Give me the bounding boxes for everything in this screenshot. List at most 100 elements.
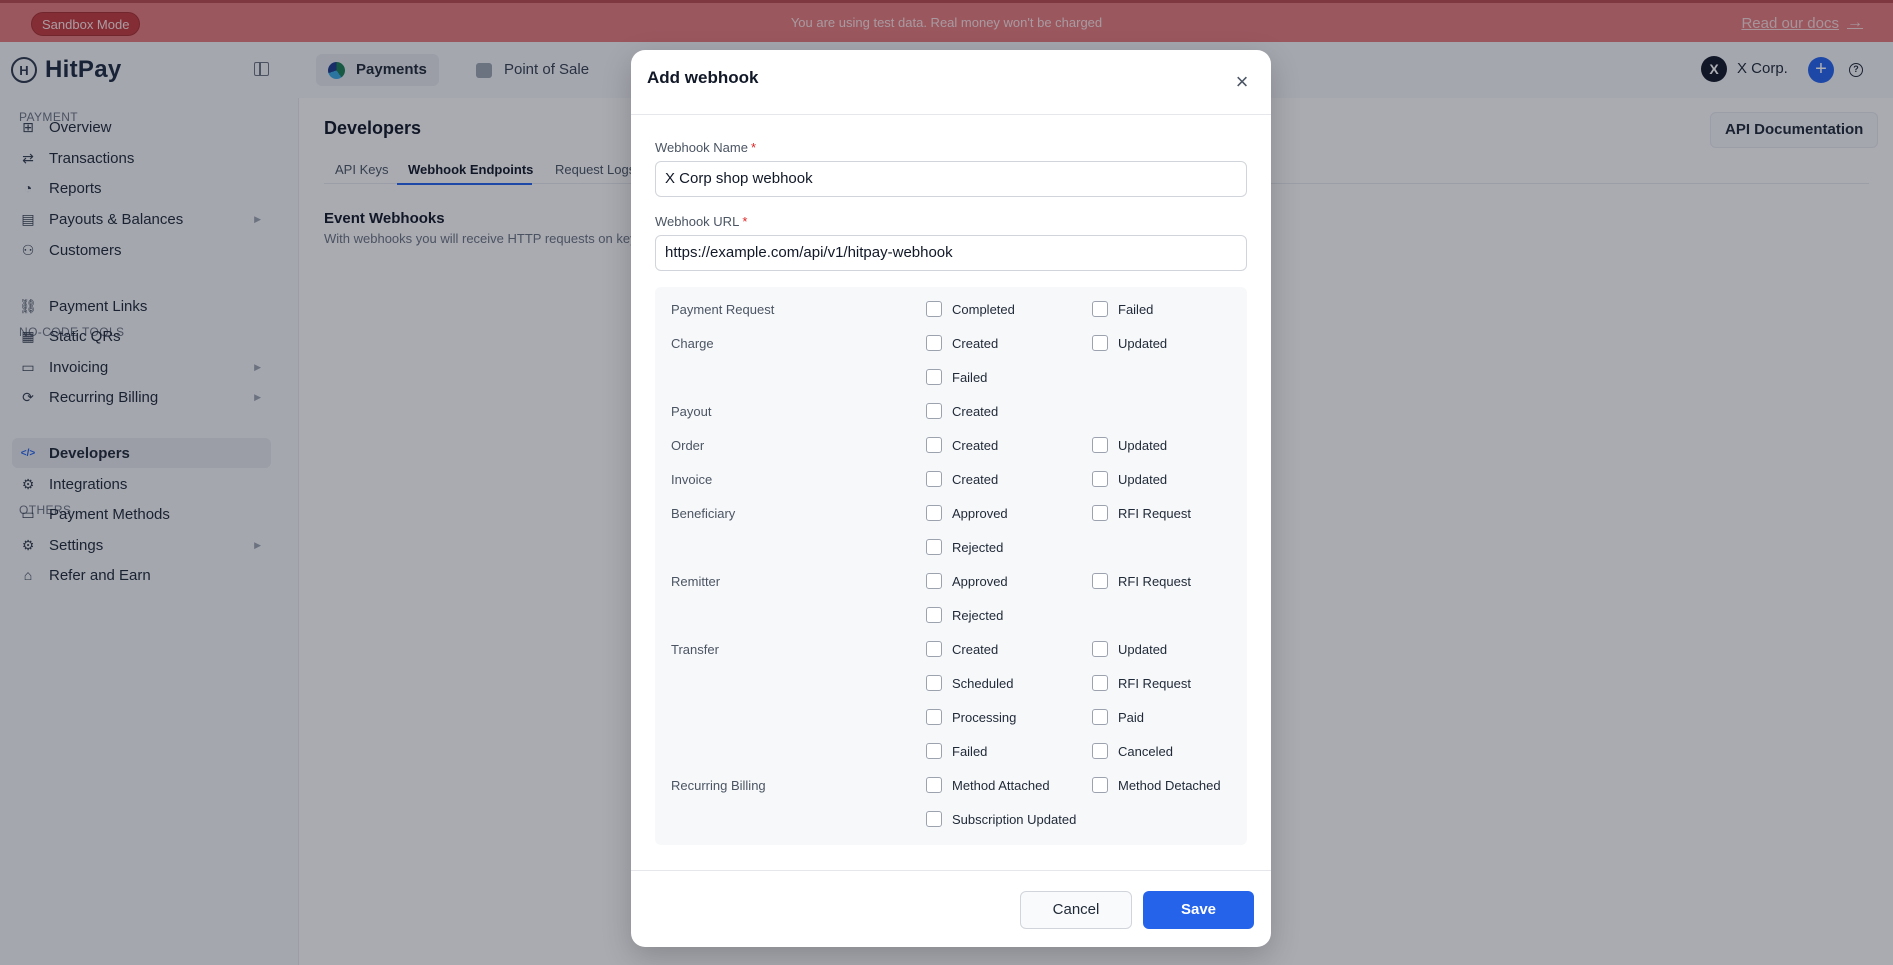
checkbox-box[interactable]: [1092, 641, 1108, 657]
checkbox-transfer-rfi-request[interactable]: RFI Request: [1092, 675, 1191, 691]
event-group-order: Order: [671, 438, 705, 453]
checkbox-label: Created: [952, 641, 999, 657]
checkbox-box[interactable]: [926, 369, 942, 385]
checkbox-label: Completed: [952, 301, 1015, 317]
dialog-footer-divider: [631, 870, 1271, 871]
checkbox-box[interactable]: [926, 471, 942, 487]
checkbox-box[interactable]: [1092, 335, 1108, 351]
checkbox-box[interactable]: [926, 777, 942, 793]
checkbox-box[interactable]: [1092, 743, 1108, 759]
checkbox-box[interactable]: [926, 641, 942, 657]
checkbox-label: Rejected: [952, 607, 1004, 623]
checkbox-label: Rejected: [952, 539, 1004, 555]
checkbox-box[interactable]: [926, 743, 942, 759]
cancel-button[interactable]: Cancel: [1020, 891, 1132, 929]
checkbox-box[interactable]: [926, 437, 942, 453]
checkbox-box[interactable]: [1092, 709, 1108, 725]
checkbox-label: Updated: [1118, 335, 1168, 351]
close-icon[interactable]: ×: [1230, 71, 1254, 95]
event-selection-panel: Payment Request Completed Failed Charge Crea…: [655, 287, 1247, 845]
checkbox-box[interactable]: [926, 403, 942, 419]
checkbox-transfer-canceled[interactable]: Canceled: [1092, 743, 1173, 759]
webhook-url-label: Webhook URL *: [655, 214, 747, 229]
checkbox-beneficiary-rejected[interactable]: Rejected: [926, 539, 1003, 555]
checkbox-payment-request-completed[interactable]: Completed: [926, 301, 1015, 317]
checkbox-box[interactable]: [1092, 437, 1108, 453]
event-group-invoice: Invoice: [671, 472, 713, 487]
event-group-remitter: Remitter: [671, 574, 721, 589]
checkbox-beneficiary-rfi-request[interactable]: RFI Request: [1092, 505, 1191, 521]
checkbox-box[interactable]: [1092, 505, 1108, 521]
event-group-charge: Charge: [671, 336, 714, 351]
checkbox-transfer-failed[interactable]: Failed: [926, 743, 987, 759]
checkbox-label: Subscription Updated: [952, 811, 1077, 827]
checkbox-box[interactable]: [926, 539, 942, 555]
checkbox-transfer-processing[interactable]: Processing: [926, 709, 1016, 725]
event-group-transfer: Transfer: [671, 642, 719, 657]
save-button[interactable]: Save: [1143, 891, 1254, 929]
checkbox-payout-created[interactable]: Created: [926, 403, 998, 419]
checkbox-label: Canceled: [1118, 743, 1173, 759]
checkbox-box[interactable]: [926, 301, 942, 317]
checkbox-label: Updated: [1118, 471, 1168, 487]
checkbox-charge-failed[interactable]: Failed: [926, 369, 987, 385]
checkbox-box[interactable]: [1092, 573, 1108, 589]
checkbox-label: Approved: [952, 505, 1008, 521]
webhook-name-label-text: Webhook Name: [655, 140, 748, 155]
webhook-url-input[interactable]: https://example.com/api/v1/hitpay-webhoo…: [655, 235, 1247, 271]
checkbox-box[interactable]: [1092, 777, 1108, 793]
checkbox-transfer-updated[interactable]: Updated: [1092, 641, 1167, 657]
checkbox-box[interactable]: [926, 335, 942, 351]
checkbox-box[interactable]: [1092, 301, 1108, 317]
checkbox-label: Created: [952, 335, 999, 351]
event-group-beneficiary: Beneficiary: [671, 506, 736, 521]
checkbox-box[interactable]: [926, 607, 942, 623]
dialog-title: Add webhook: [647, 68, 759, 87]
checkbox-label: Failed: [952, 743, 988, 759]
checkbox-order-created[interactable]: Created: [926, 437, 998, 453]
checkbox-box[interactable]: [926, 675, 942, 691]
checkbox-payment-request-failed[interactable]: Failed: [1092, 301, 1153, 317]
checkbox-remitter-rejected[interactable]: Rejected: [926, 607, 1003, 623]
checkbox-remitter-approved[interactable]: Approved: [926, 573, 1008, 589]
webhook-name-label: Webhook Name *: [655, 140, 756, 155]
checkbox-label: Created: [952, 471, 999, 487]
required-marker: *: [750, 140, 757, 155]
checkbox-label: Processing: [952, 709, 1017, 725]
checkbox-label: Method Attached: [952, 777, 1050, 793]
checkbox-charge-updated[interactable]: Updated: [1092, 335, 1167, 351]
dialog-header-divider: [631, 114, 1271, 115]
checkbox-charge-created[interactable]: Created: [926, 335, 998, 351]
checkbox-label: Created: [952, 403, 999, 419]
add-webhook-dialog: Add webhook × Webhook Name * X Corp shop …: [631, 50, 1271, 947]
event-group-payout: Payout: [671, 404, 712, 419]
checkbox-recurring-billing-method-detached[interactable]: Method Detached: [1092, 777, 1221, 793]
event-group-recurring-billing: Recurring Billing: [671, 778, 766, 793]
checkbox-box[interactable]: [926, 505, 942, 521]
checkbox-box[interactable]: [1092, 471, 1108, 487]
event-group-payment-request: Payment Request: [671, 302, 775, 317]
checkbox-transfer-paid[interactable]: Paid: [1092, 709, 1144, 725]
checkbox-box[interactable]: [926, 573, 942, 589]
checkbox-recurring-billing-method-attached[interactable]: Method Attached: [926, 777, 1050, 793]
webhook-name-input[interactable]: X Corp shop webhook: [655, 161, 1247, 197]
checkbox-transfer-created[interactable]: Created: [926, 641, 998, 657]
checkbox-recurring-billing-subscription-updated[interactable]: Subscription Updated: [926, 811, 1076, 827]
checkbox-transfer-scheduled[interactable]: Scheduled: [926, 675, 1013, 691]
checkbox-invoice-created[interactable]: Created: [926, 471, 998, 487]
checkbox-label: RFI Request: [1118, 573, 1191, 589]
checkbox-beneficiary-approved[interactable]: Approved: [926, 505, 1008, 521]
required-marker: *: [742, 214, 748, 229]
checkbox-label: Paid: [1118, 709, 1145, 725]
checkbox-label: Failed: [1118, 301, 1154, 317]
checkbox-label: Approved: [952, 573, 1008, 589]
checkbox-order-updated[interactable]: Updated: [1092, 437, 1167, 453]
checkbox-label: Updated: [1118, 641, 1168, 657]
checkbox-label: Scheduled: [952, 675, 1014, 691]
checkbox-remitter-rfi-request[interactable]: RFI Request: [1092, 573, 1191, 589]
checkbox-box[interactable]: [1092, 675, 1108, 691]
checkbox-label: Failed: [952, 369, 988, 385]
checkbox-invoice-updated[interactable]: Updated: [1092, 471, 1167, 487]
checkbox-box[interactable]: [926, 709, 942, 725]
checkbox-box[interactable]: [926, 811, 942, 827]
